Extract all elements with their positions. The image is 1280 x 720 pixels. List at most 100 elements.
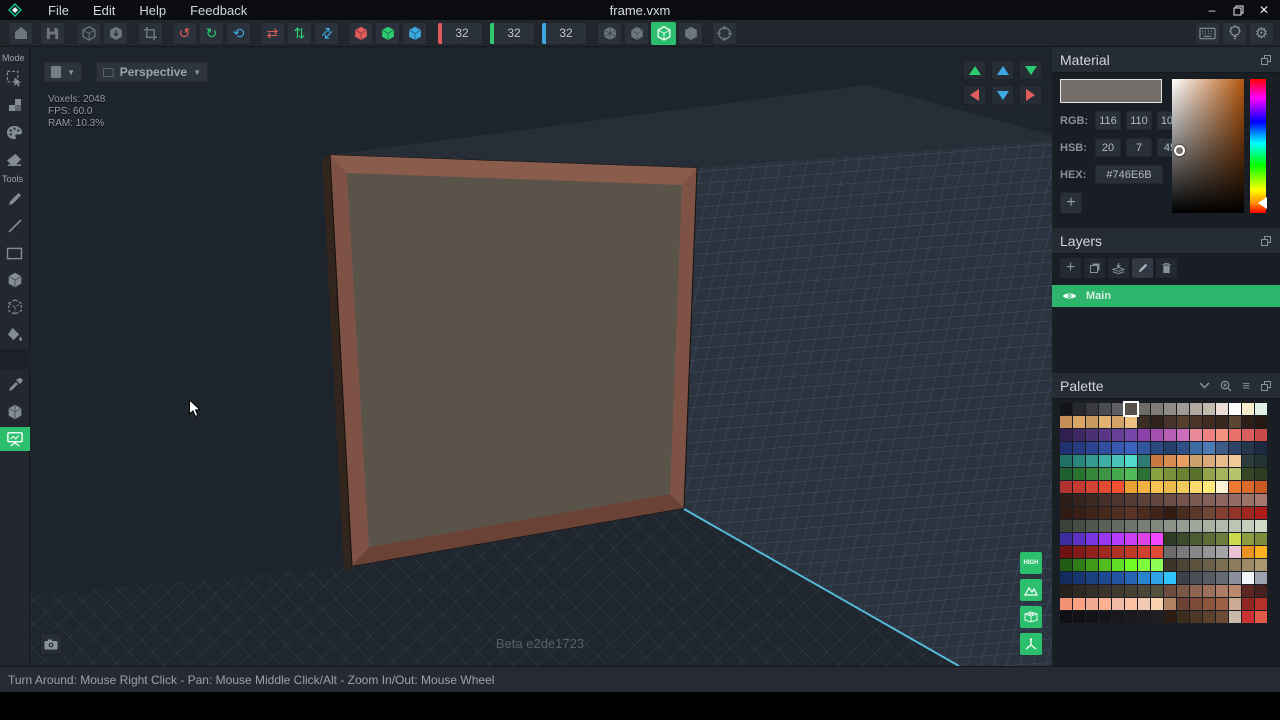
palette-swatch[interactable] — [1138, 507, 1150, 519]
hue-slider[interactable] — [1250, 79, 1266, 213]
palette-swatch[interactable] — [1151, 429, 1163, 441]
palette-swatch[interactable] — [1255, 559, 1267, 571]
palette-swatch[interactable] — [1242, 507, 1254, 519]
tool-pencil-button[interactable] — [2, 187, 28, 211]
palette-swatch[interactable] — [1086, 429, 1098, 441]
palette-swatch[interactable] — [1216, 546, 1228, 558]
mirror-x-button[interactable]: ⇄ — [260, 22, 285, 45]
palette-swatch[interactable] — [1073, 403, 1085, 415]
camera-mode-dropdown[interactable]: Perspective ▼ — [96, 62, 208, 82]
palette-swatch[interactable] — [1073, 585, 1085, 597]
save-button[interactable] — [40, 22, 65, 45]
rotate-left-red-button[interactable] — [963, 85, 986, 105]
palette-swatch[interactable] — [1086, 494, 1098, 506]
palette-swatch[interactable] — [1125, 481, 1137, 493]
palette-swatch[interactable] — [1086, 416, 1098, 428]
palette-swatch[interactable] — [1216, 533, 1228, 545]
palette-swatch[interactable] — [1138, 442, 1150, 454]
palette-swatch[interactable] — [1086, 520, 1098, 532]
palette-swatch[interactable] — [1073, 429, 1085, 441]
palette-swatch[interactable] — [1255, 494, 1267, 506]
palette-swatch[interactable] — [1099, 468, 1111, 480]
palette-swatch[interactable] — [1164, 611, 1176, 623]
palette-swatch[interactable] — [1138, 481, 1150, 493]
rotate-y-button[interactable]: ↻ — [199, 22, 224, 45]
palette-swatch[interactable] — [1190, 455, 1202, 467]
palette-swatch[interactable] — [1151, 572, 1163, 584]
palette-swatch[interactable] — [1125, 546, 1137, 558]
add-layer-button[interactable]: + — [1060, 258, 1081, 278]
palette-swatch[interactable] — [1138, 429, 1150, 441]
palette-swatch[interactable] — [1164, 507, 1176, 519]
mode-select-button[interactable] — [2, 66, 28, 90]
palette-swatch[interactable] — [1060, 559, 1072, 571]
tool-line-button[interactable] — [2, 214, 28, 238]
palette-swatch[interactable] — [1164, 559, 1176, 571]
palette-swatch[interactable] — [1073, 533, 1085, 545]
palette-swatch[interactable] — [1151, 533, 1163, 545]
palette-swatch[interactable] — [1060, 507, 1072, 519]
palette-swatch[interactable] — [1216, 442, 1228, 454]
palette-swatch[interactable] — [1112, 481, 1124, 493]
palette-swatch[interactable] — [1099, 611, 1111, 623]
palette-swatch[interactable] — [1242, 585, 1254, 597]
palette-swatch[interactable] — [1255, 468, 1267, 480]
palette-swatch[interactable] — [1125, 468, 1137, 480]
palette-swatch[interactable] — [1177, 533, 1189, 545]
palette-swatch[interactable] — [1242, 598, 1254, 610]
rotate-up-green-button[interactable] — [963, 60, 986, 80]
center-view-button[interactable] — [712, 22, 737, 45]
toggle-ground-button[interactable] — [1020, 579, 1042, 601]
palette-swatch[interactable] — [1216, 572, 1228, 584]
palette-swatch[interactable] — [1151, 455, 1163, 467]
palette-swatch[interactable] — [1086, 442, 1098, 454]
palette-swatch[interactable] — [1216, 481, 1228, 493]
palette-swatch[interactable] — [1203, 416, 1215, 428]
palette-swatch[interactable] — [1112, 494, 1124, 506]
palette-swatch[interactable] — [1203, 403, 1215, 415]
palette-swatch[interactable] — [1203, 585, 1215, 597]
palette-swatch[interactable] — [1138, 611, 1150, 623]
palette-swatch[interactable] — [1138, 416, 1150, 428]
palette-swatch[interactable] — [1125, 598, 1137, 610]
palette-swatch[interactable] — [1255, 416, 1267, 428]
palette-swatch[interactable] — [1229, 533, 1241, 545]
palette-swatch[interactable] — [1073, 520, 1085, 532]
palette-swatch[interactable] — [1086, 598, 1098, 610]
palette-swatch[interactable] — [1164, 598, 1176, 610]
palette-swatch[interactable] — [1164, 468, 1176, 480]
layer-row-main[interactable]: Main — [1052, 285, 1280, 307]
palette-swatch[interactable] — [1203, 598, 1215, 610]
layer-name[interactable]: Main — [1086, 290, 1111, 302]
palette-swatch[interactable] — [1216, 455, 1228, 467]
popout-icon[interactable] — [1260, 235, 1272, 247]
palette-swatch[interactable] — [1125, 429, 1137, 441]
palette-swatch[interactable] — [1255, 533, 1267, 545]
rename-layer-button[interactable] — [1132, 258, 1153, 278]
palette-swatch[interactable] — [1099, 416, 1111, 428]
palette-swatch[interactable] — [1216, 507, 1228, 519]
resize-model-button[interactable] — [76, 22, 101, 45]
palette-swatch[interactable] — [1203, 520, 1215, 532]
hsb-s-field[interactable]: 7 — [1126, 138, 1152, 157]
palette-swatch[interactable] — [1190, 572, 1202, 584]
settings-gear-button[interactable]: ⚙ — [1249, 22, 1274, 45]
palette-swatch[interactable] — [1060, 429, 1072, 441]
rotate-up-blue-button[interactable] — [991, 60, 1014, 80]
palette-swatch[interactable] — [1073, 455, 1085, 467]
palette-swatch[interactable] — [1190, 416, 1202, 428]
palette-swatch[interactable] — [1164, 481, 1176, 493]
palette-swatch[interactable] — [1151, 468, 1163, 480]
palette-swatch[interactable] — [1099, 585, 1111, 597]
palette-swatch[interactable] — [1138, 494, 1150, 506]
palette-swatch[interactable] — [1255, 442, 1267, 454]
palette-swatch[interactable] — [1190, 585, 1202, 597]
toggle-grid-button[interactable] — [1020, 606, 1042, 628]
palette-swatch[interactable] — [1151, 416, 1163, 428]
palette-swatch[interactable] — [1073, 442, 1085, 454]
palette-swatch[interactable] — [1190, 494, 1202, 506]
palette-swatch[interactable] — [1229, 598, 1241, 610]
palette-swatch[interactable] — [1229, 455, 1241, 467]
palette-swatch[interactable] — [1099, 533, 1111, 545]
palette-swatch[interactable] — [1164, 494, 1176, 506]
